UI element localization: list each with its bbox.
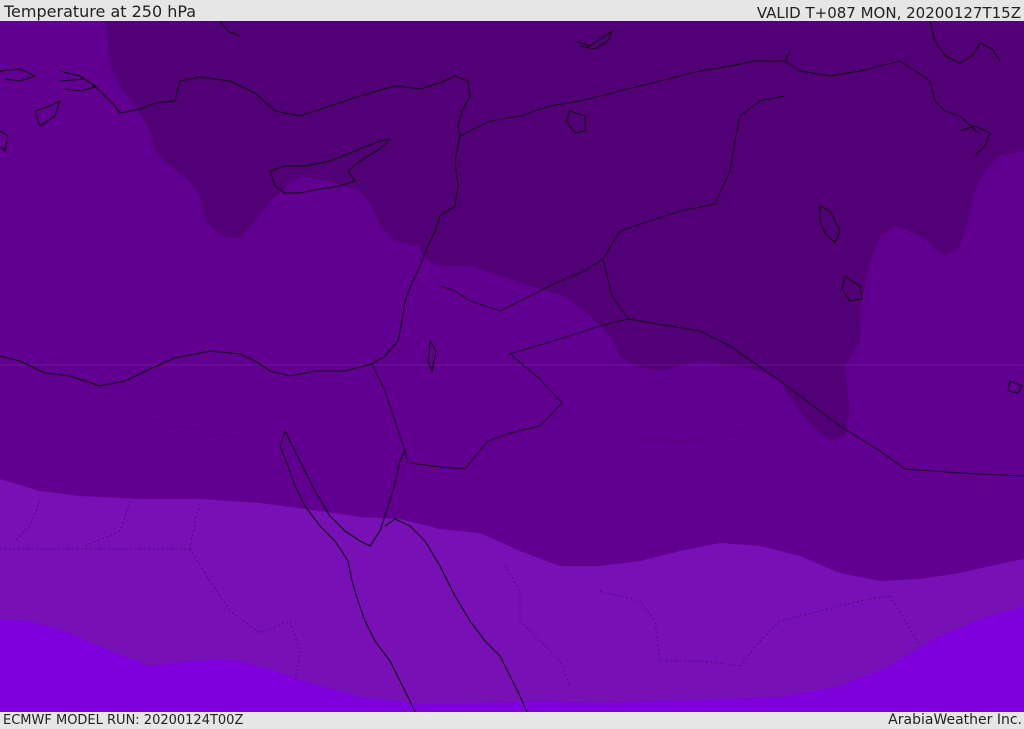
footer-bar: ECMWF MODEL RUN: 20200124T00Z ArabiaWeat… <box>0 712 1024 729</box>
map-panel <box>0 21 1024 712</box>
map-title: Temperature at 250 hPa <box>4 2 197 21</box>
credit-label: ArabiaWeather Inc. <box>888 712 1022 728</box>
model-run-label: ECMWF MODEL RUN: 20200124T00Z <box>3 713 244 728</box>
temperature-map <box>0 21 1024 712</box>
header-bar: Temperature at 250 hPa VALID T+087 MON, … <box>0 0 1024 21</box>
valid-time: VALID T+087 MON, 20200127T15Z <box>756 4 1021 22</box>
